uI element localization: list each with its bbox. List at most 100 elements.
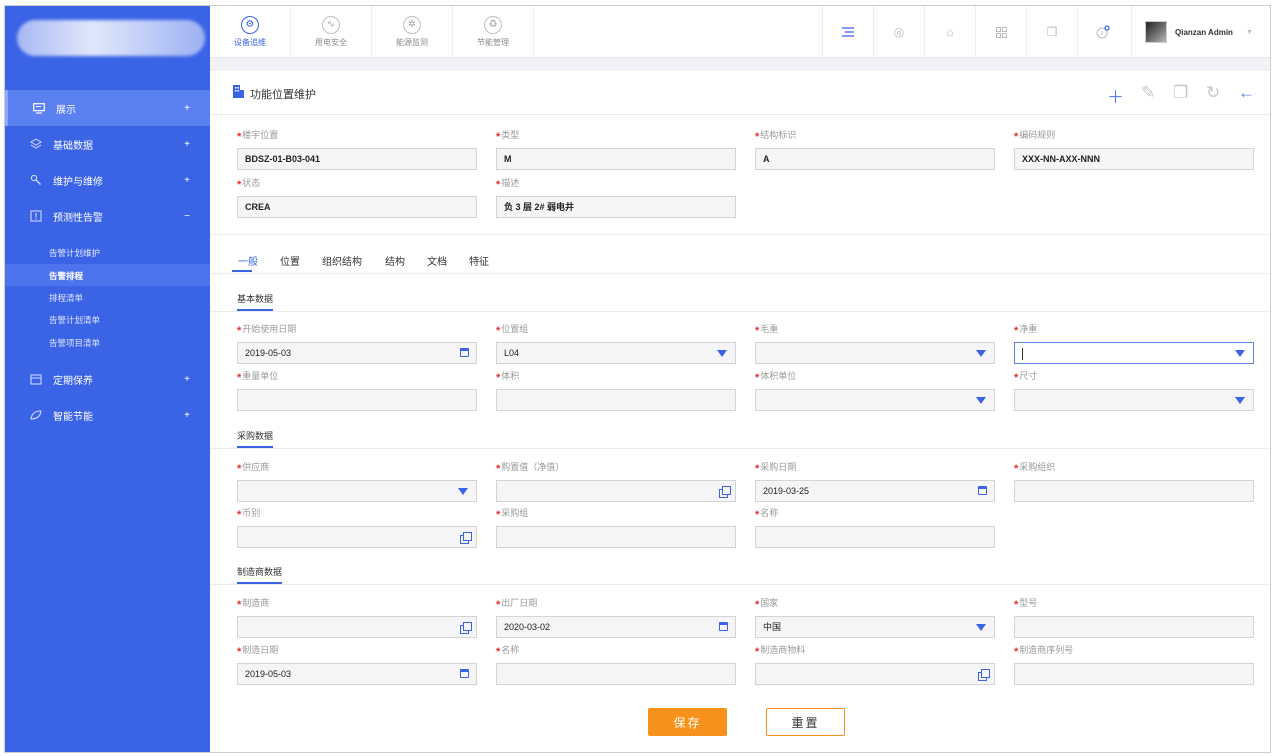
dropdown-caret-icon[interactable] (976, 624, 986, 631)
field-label: 采购组织 (1019, 462, 1056, 472)
copy-icon[interactable] (460, 532, 472, 544)
tab-general[interactable]: 一般 (238, 253, 258, 268)
net-weight-select[interactable] (1014, 342, 1254, 364)
factory-date-input[interactable]: 2020-03-02 (496, 616, 736, 638)
expand-toggle[interactable]: + (184, 410, 190, 421)
field-label: 出厂日期 (501, 598, 538, 608)
dropdown-caret-icon[interactable] (1235, 397, 1245, 404)
currency-input[interactable] (237, 526, 477, 548)
field-label: 制造商序列号 (1019, 645, 1074, 655)
sidebar-item-maintenance[interactable]: 维护与维修 + (5, 162, 210, 198)
purchase-name-input[interactable] (755, 526, 995, 548)
type-input[interactable]: M (496, 148, 736, 170)
location-group-select[interactable]: L04 (496, 342, 736, 364)
save-button[interactable]: 保存 (648, 708, 727, 736)
tab-label: 用电安全 (315, 38, 347, 47)
menu-fold-icon[interactable] (822, 6, 873, 58)
calendar-icon[interactable] (460, 348, 469, 357)
expand-toggle[interactable]: + (184, 139, 190, 150)
submenu-item-alert-plan-list[interactable]: 告警计划清单 (49, 314, 100, 326)
structure-id-input[interactable]: A (755, 148, 995, 170)
copy-icon[interactable] (719, 486, 731, 498)
submenu-item-alert-item-list[interactable]: 告警项目清单 (49, 337, 100, 349)
tab-organization[interactable]: 组织结构 (322, 253, 362, 268)
dropdown-caret-icon[interactable] (458, 488, 468, 495)
copy-icon[interactable] (978, 669, 990, 681)
tab-energy-saving[interactable]: ♻ 节能管理 (453, 6, 534, 58)
status-input[interactable]: CREA (237, 196, 477, 218)
add-icon[interactable]: ＋ (1107, 83, 1124, 108)
start-date-input[interactable]: 2019-05-03 (237, 342, 477, 364)
submenu-item-alert-schedule[interactable]: 告警排程 (49, 270, 83, 282)
purchase-value-input[interactable] (496, 480, 736, 502)
tab-structure[interactable]: 结构 (385, 253, 405, 268)
submenu-item-alert-plan-maintain[interactable]: 告警计划维护 (49, 247, 100, 259)
tab-features[interactable]: 特征 (469, 253, 489, 268)
gross-weight-select[interactable] (755, 342, 995, 364)
dropdown-caret-icon[interactable] (976, 350, 986, 357)
building-location-input[interactable]: BDSZ-01-B03-041 (237, 148, 477, 170)
maker-serial-input[interactable] (1014, 663, 1254, 685)
submenu-item-schedule-list[interactable]: 排程清单 (49, 292, 83, 304)
dropdown-caret-icon[interactable] (717, 350, 727, 357)
sidebar-item-periodic-maintenance[interactable]: 定期保养 + (5, 361, 210, 397)
edit-icon[interactable]: ✎ (1141, 83, 1155, 103)
tab-documents[interactable]: 文档 (427, 253, 447, 268)
weight-unit-input[interactable] (237, 389, 477, 411)
field-purchase-group: *采购组 (496, 506, 736, 548)
maker-material-input[interactable] (755, 663, 995, 685)
reset-button[interactable]: 重置 (766, 708, 845, 736)
field-label: 状态 (242, 178, 261, 188)
expand-toggle[interactable]: + (184, 374, 190, 385)
purchase-date-input[interactable]: 2019-03-25 (755, 480, 995, 502)
dropdown-caret-icon[interactable] (976, 397, 986, 404)
tab-equipment[interactable]: ⚙ 设备追维 (210, 6, 291, 58)
gear-icon: ⚙ (241, 16, 259, 34)
user-menu[interactable]: Qianzan Admin ▼ (1131, 6, 1270, 58)
field-label: 国家 (760, 598, 779, 608)
apps-grid-icon[interactable] (975, 6, 1026, 58)
size-select[interactable] (1014, 389, 1254, 411)
maker-name-input[interactable] (496, 663, 736, 685)
volume-input[interactable] (496, 389, 736, 411)
target-icon[interactable]: ◎ (873, 6, 924, 58)
supplier-select[interactable] (237, 480, 477, 502)
calendar-icon[interactable] (460, 669, 469, 678)
tab-energy-monitor[interactable]: ✲ 能源监测 (372, 6, 453, 58)
sidebar-item-label: 预测性告警 (53, 212, 103, 224)
purchase-org-input[interactable] (1014, 480, 1254, 502)
description-input[interactable]: 负 3 层 2# 弱电井 (496, 196, 736, 218)
windows-icon[interactable]: ❐ (1026, 6, 1077, 58)
dropdown-caret-icon[interactable] (1235, 350, 1245, 357)
country-select[interactable]: 中国 (755, 616, 995, 638)
tab-location[interactable]: 位置 (280, 253, 300, 268)
field-label: 结构标识 (760, 130, 797, 140)
sidebar-item-predictive-alert[interactable]: 预测性告警 − (5, 198, 210, 234)
home-icon[interactable]: ⌂ (924, 6, 975, 58)
sidebar-item-display[interactable]: 展示 + (5, 90, 210, 126)
volume-unit-select[interactable] (755, 389, 995, 411)
model-input[interactable] (1014, 616, 1254, 638)
section-title-manufacturer: 制造商数据 (237, 567, 283, 584)
back-arrow-icon[interactable]: ← (1238, 83, 1255, 103)
manufacture-date-input[interactable]: 2019-05-03 (237, 663, 477, 685)
manufacturer-input[interactable] (237, 616, 477, 638)
expand-toggle[interactable]: + (184, 103, 190, 114)
sidebar-item-label: 智能节能 (53, 411, 93, 423)
tab-electrical-safety[interactable]: ∿ 用电安全 (291, 6, 372, 58)
sidebar-item-basic-data[interactable]: 基础数据 + (5, 126, 210, 162)
copy-icon[interactable]: ❐ (1173, 83, 1188, 103)
field-value: 2019-05-03 (245, 669, 292, 679)
refresh-icon[interactable]: ↻ (1206, 83, 1220, 103)
notification-icon[interactable] (1077, 6, 1128, 58)
calendar-icon[interactable] (719, 622, 728, 631)
copy-icon[interactable] (460, 622, 472, 634)
calendar-icon[interactable] (978, 486, 987, 495)
coding-rule-input[interactable]: XXX-NN-AXX-NNN (1014, 148, 1254, 170)
field-label: 制造商物料 (760, 645, 806, 655)
panel-header: 功能位置维护 ＋ ✎ ❐ ↻ ← (210, 71, 1270, 115)
sidebar-item-smart-energy[interactable]: 智能节能 + (5, 397, 210, 433)
purchase-group-input[interactable] (496, 526, 736, 548)
expand-toggle[interactable]: + (184, 175, 190, 186)
collapse-toggle[interactable]: − (184, 211, 190, 222)
